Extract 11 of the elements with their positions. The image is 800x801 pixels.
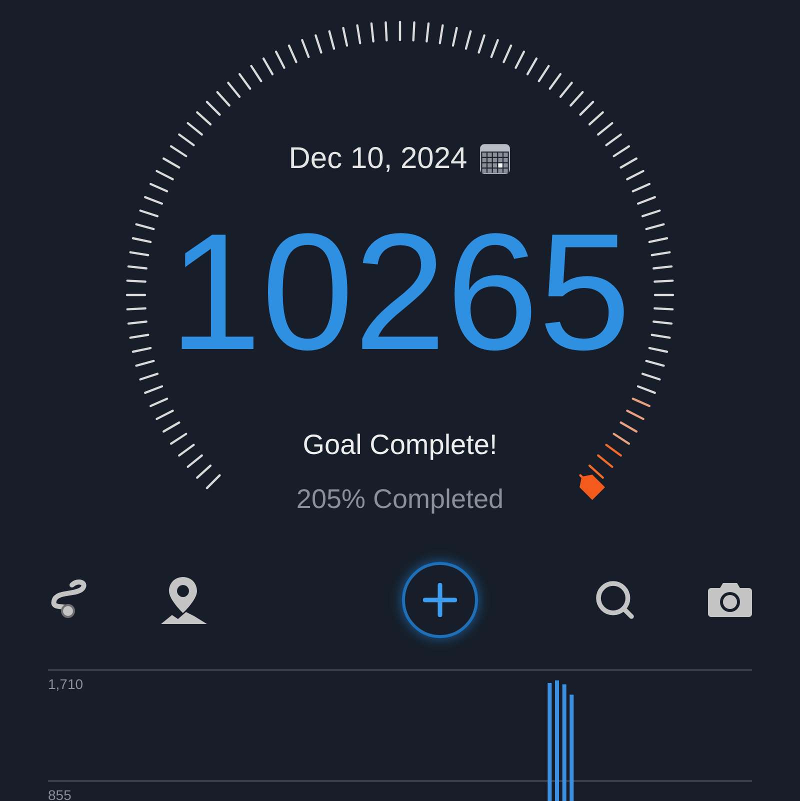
plus-icon xyxy=(422,583,456,617)
axis-label: 1,710 xyxy=(48,676,84,692)
camera-icon[interactable] xyxy=(707,580,753,620)
axis-label: 855 xyxy=(48,787,72,801)
date-label[interactable]: Dec 10, 2024 xyxy=(288,140,468,178)
search-icon[interactable] xyxy=(593,578,637,622)
calendar-icon[interactable] xyxy=(479,143,512,175)
step-count: 10265 xyxy=(169,199,631,387)
add-button[interactable] xyxy=(402,562,478,638)
goal-status: Goal Complete! xyxy=(302,428,498,462)
completion-text: 205% Completed xyxy=(296,483,504,516)
